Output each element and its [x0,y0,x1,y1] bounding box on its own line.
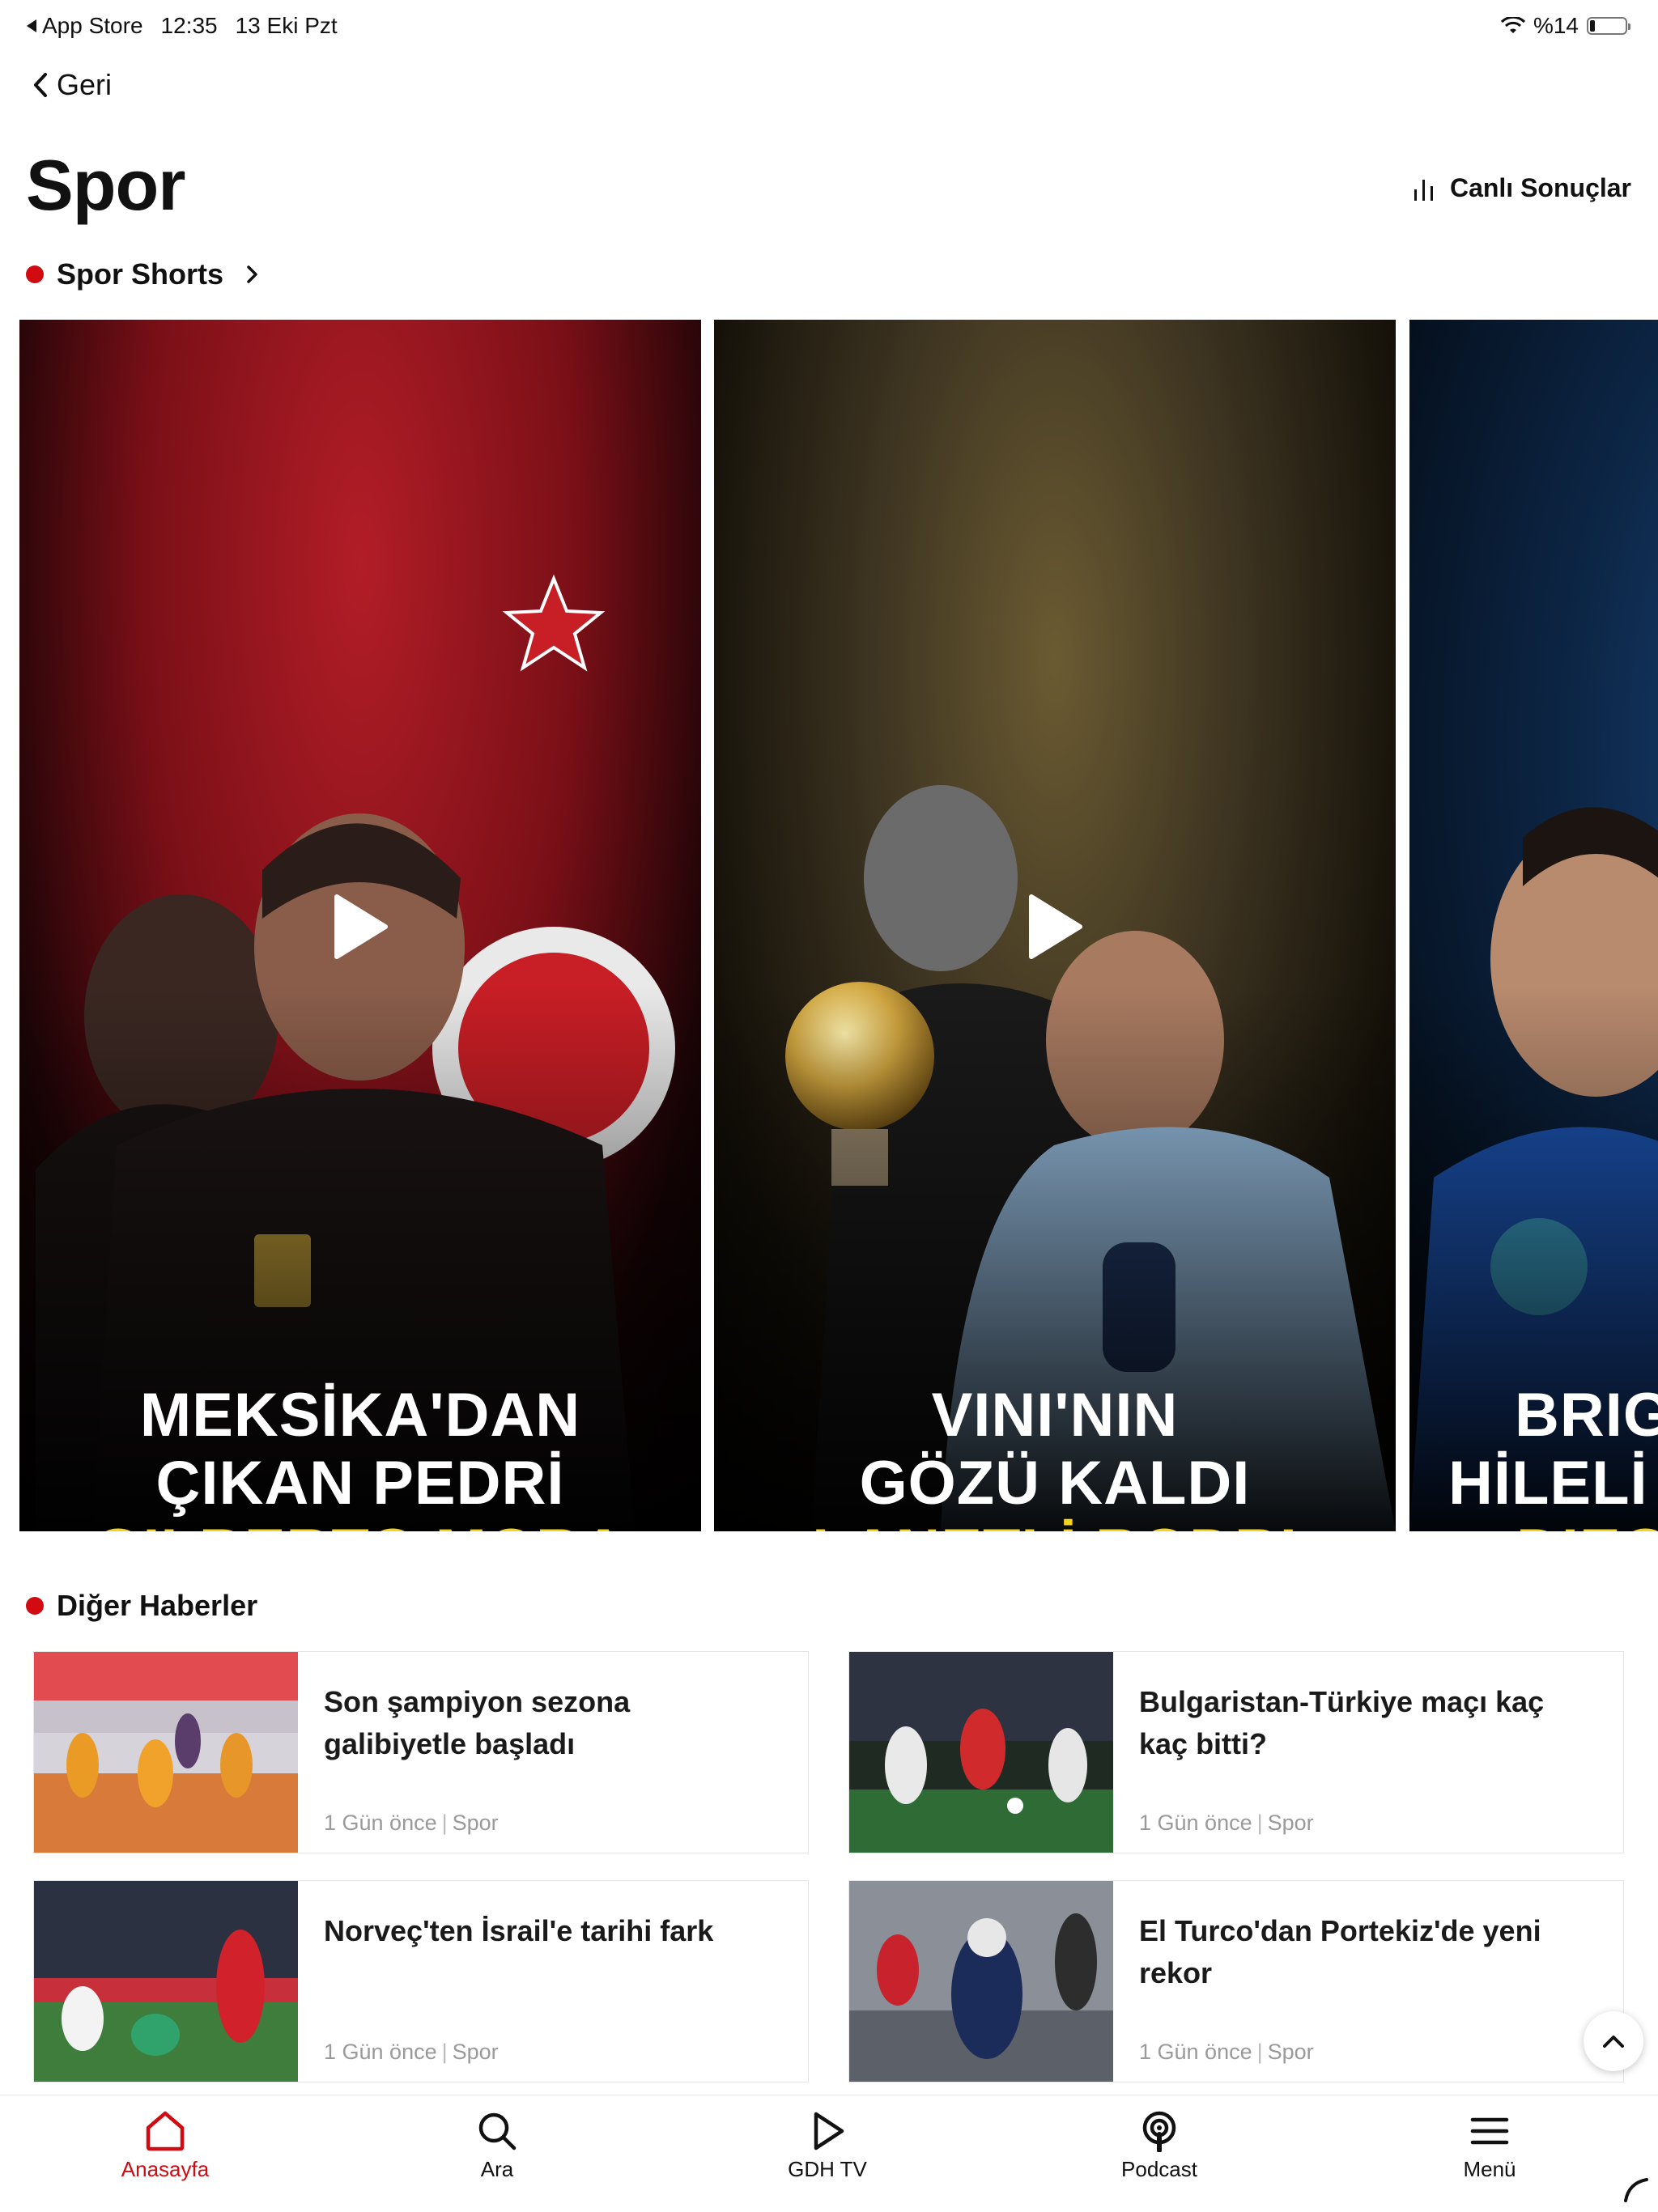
news-category: Spor [1267,2040,1314,2064]
news-title: El Turco'dan Portekiz'de yeni rekor [1139,1914,1541,1989]
red-dot-icon [26,1597,44,1615]
short-headline-line-3: LANETLİ RODRI [714,1518,1396,1532]
podcast-icon [1142,2111,1176,2152]
play-icon [814,2112,844,2150]
short-thumbnail [1409,320,1658,1531]
news-category: Spor [1267,1811,1314,1835]
news-time: 1 Gün önce [324,1811,437,1835]
short-headline-line-2: HİLELİ [1448,1449,1648,1518]
news-time: 1 Gün önce [1139,2040,1252,2064]
meta-separator: | [1256,1811,1263,1835]
play-icon[interactable] [332,894,389,960]
search-icon [478,2112,517,2150]
news-card[interactable]: El Turco'dan Portekiz'de yeni rekor 1 Gü… [848,1880,1624,2083]
tab-home-label: Anasayfa [121,2157,210,2181]
short-card[interactable]: BRIG HİLELİ DIEG [1409,320,1658,1531]
live-results-button[interactable]: Canlı Sonuçlar [1413,173,1631,203]
news-card[interactable]: Bulgaristan-Türkiye maçı kaç kaç bitti? … [848,1651,1624,1853]
news-thumbnail [849,1881,1113,2082]
short-headline: BRIG HİLELİ DIEG [1448,1381,1658,1532]
news-card[interactable]: Norveç'ten İsrail'e tarihi fark 1 Gün ön… [33,1880,809,2083]
battery-percent: %14 [1533,13,1579,38]
tab-menu[interactable]: Menü [1392,2110,1587,2182]
loading-spinner-icon [1624,2178,1648,2202]
news-title: Bulgaristan-Türkiye maçı kaç kaç bitti? [1139,1685,1545,1760]
chevron-right-icon [247,265,257,283]
news-title: Norveç'ten İsrail'e tarihi fark [324,1914,714,1947]
short-headline-line-2: ÇIKAN PEDRİ [155,1449,565,1518]
news-meta: 1 Gün önce | Spor [1139,2040,1314,2065]
news-time: 1 Gün önce [1139,1811,1252,1835]
news-meta: 1 Gün önce | Spor [324,2040,499,2065]
shorts-section-title: Spor Shorts [57,257,224,291]
short-card[interactable]: MEKSİKA'DAN ÇIKAN PEDRİ GILBERTO MORA gd… [19,320,701,1531]
page-title: Spor [26,145,185,225]
tab-search[interactable]: Ara [400,2110,594,2182]
tab-podcast[interactable]: Podcast [1062,2110,1256,2182]
news-thumbnail [34,1881,298,2082]
tab-menu-label: Menü [1463,2157,1516,2181]
short-headline-line-1: BRIG [1515,1381,1658,1450]
other-news-section-header: Diğer Haberler [26,1589,257,1623]
status-date: 13 Eki Pzt [235,13,338,38]
bar-chart-icon [1414,179,1433,201]
short-card[interactable]: VINI'NIN GÖZÜ KALDI LANETLİ RODRI gdhspo… [714,320,1396,1531]
news-meta: 1 Gün önce | Spor [1139,1811,1314,1836]
short-headline-line-2: GÖZÜ KALDI [859,1449,1251,1518]
status-left: App Store 12:35 13 Eki Pzt [26,13,338,39]
news-category: Spor [452,2040,499,2064]
back-label: Geri [57,68,113,101]
scroll-to-top-button[interactable] [1584,2011,1643,2071]
news-title: Son şampiyon sezona galibiyetle başladı [324,1685,631,1760]
bottom-tab-bar: Anasayfa Ara GDH TV Podcast Menü [0,2095,1658,2212]
other-news-section-title: Diğer Haberler [57,1589,258,1622]
chevron-up-icon [1603,2036,1624,2048]
home-icon [146,2111,185,2151]
battery-icon [1587,17,1630,35]
meta-separator: | [441,1811,448,1835]
tab-gdh-tv-label: GDH TV [788,2157,867,2181]
short-headline-line-1: VINI'NIN [931,1381,1179,1450]
tab-gdh-tv[interactable]: GDH TV [730,2110,925,2182]
tab-podcast-label: Podcast [1121,2157,1197,2181]
triangle-left-icon [27,19,36,32]
wifi-icon [1500,17,1525,33]
shorts-carousel[interactable]: MEKSİKA'DAN ÇIKAN PEDRİ GILBERTO MORA gd… [19,320,1658,1531]
battery-fill [1590,20,1595,32]
short-headline-line-3: DIEG [1448,1518,1658,1532]
news-card[interactable]: Son şampiyon sezona galibiyetle başladı … [33,1651,809,1853]
news-thumbnail [34,1652,298,1853]
status-time: 12:35 [160,13,218,38]
back-to-app-link[interactable]: App Store [26,13,143,39]
news-meta: 1 Gün önce | Spor [324,1811,499,1836]
tab-home[interactable]: Anasayfa [68,2110,262,2182]
news-category: Spor [452,1811,499,1835]
short-headline: VINI'NIN GÖZÜ KALDI LANETLİ RODRI [714,1381,1396,1532]
news-time: 1 Gün önce [324,2040,437,2064]
menu-icon [1470,2117,1509,2145]
meta-separator: | [441,2040,448,2064]
short-headline: MEKSİKA'DAN ÇIKAN PEDRİ GILBERTO MORA [19,1381,701,1532]
live-results-label: Canlı Sonuçlar [1449,173,1631,202]
status-right: %14 [1500,13,1630,39]
shorts-section-header[interactable]: Spor Shorts [26,257,261,291]
chevron-left-icon [34,73,47,97]
news-thumbnail [849,1652,1113,1853]
red-dot-icon [26,265,44,283]
back-app-name: App Store [42,13,143,38]
back-button[interactable]: Geri [31,68,112,102]
status-bar: App Store 12:35 13 Eki Pzt %14 [0,0,1658,52]
play-icon[interactable] [1027,894,1083,960]
meta-separator: | [1256,2040,1263,2064]
tab-search-label: Ara [480,2157,514,2181]
short-headline-line-1: MEKSİKA'DAN [139,1381,581,1450]
short-headline-line-3: GILBERTO MORA [19,1518,701,1532]
